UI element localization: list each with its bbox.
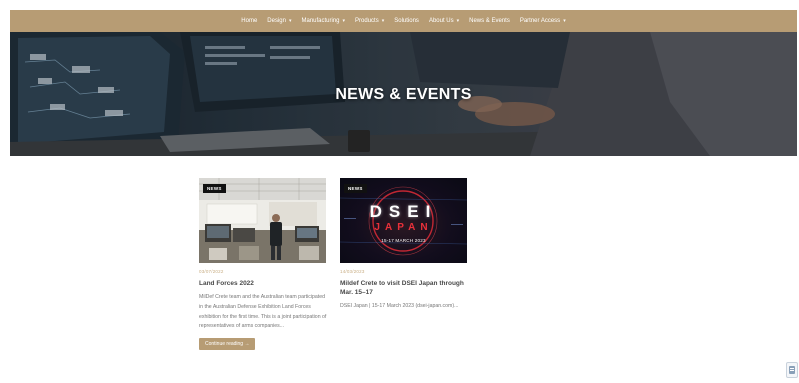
nav-item-label: Manufacturing (301, 18, 340, 24)
nav-item-label: Partner Access (519, 18, 561, 24)
chevron-down-icon: ▾ (342, 17, 346, 24)
post-thumbnail-link[interactable]: NEWS (199, 178, 326, 263)
nav-item-products[interactable]: Products ▾ (355, 18, 384, 24)
news-card: NEWS DSEI JAPAN 15-17 MARCH 2023 14/03/2… (340, 178, 468, 312)
nav-item-home[interactable]: Home (241, 18, 257, 24)
nav-list: Home Design ▾ Manufacturing ▾ Products ▾ Soluti… (241, 18, 565, 24)
widget-icon (789, 366, 795, 374)
post-excerpt: MilDef Crete team and the Australian tea… (199, 294, 327, 330)
main-nav: Home Design ▾ Manufacturing ▾ Products ▾ Soluti… (10, 10, 797, 32)
nav-item-news-events[interactable]: News & Events (469, 18, 510, 24)
hero-banner: NEWS & EVENTS (10, 32, 797, 156)
post-title-link[interactable]: Land Forces 2022 (199, 279, 327, 288)
post-thumbnail-link[interactable]: NEWS DSEI JAPAN 15-17 MARCH 2023 (340, 178, 467, 263)
post-title-link[interactable]: Mildef Crete to visit DSEI Japan through… (340, 279, 468, 297)
nav-item-label: Solutions (394, 18, 419, 24)
nav-item-label: Design (267, 18, 286, 24)
post-excerpt: DSEI Japan | 15-17 March 2023 (dsei-japa… (340, 303, 459, 309)
chevron-down-icon: ▾ (288, 17, 292, 24)
page-title: NEWS & EVENTS (335, 86, 472, 103)
nav-item-label: About Us (428, 18, 454, 24)
post-date: 03/07/2022 (199, 269, 224, 274)
news-badge: NEWS (203, 184, 226, 193)
news-badge: NEWS (344, 184, 367, 193)
top-strip (10, 0, 799, 10)
chevron-down-icon: ▾ (381, 17, 385, 24)
dsei-japan-text: JAPAN (374, 222, 433, 233)
nav-item-label: Products (355, 18, 379, 24)
nav-item-label: News & Events (469, 18, 510, 24)
news-card: NEWS 03/07/2022 Land Forces 2022 MilDef … (199, 178, 327, 351)
nav-item-about-us[interactable]: About Us ▾ (429, 18, 459, 24)
nav-item-design[interactable]: Design ▾ (267, 18, 291, 24)
dsei-logo-text: DSEI (369, 202, 438, 221)
nav-item-label: Home (241, 18, 258, 24)
dsei-dates-text: 15-17 MARCH 2023 (381, 238, 426, 243)
nav-item-solutions[interactable]: Solutions (394, 18, 419, 24)
chevron-down-icon: ▾ (563, 17, 566, 24)
floating-widget-icon[interactable] (786, 362, 798, 378)
nav-item-manufacturing[interactable]: Manufacturing ▾ (302, 18, 346, 24)
chevron-down-icon: ▾ (456, 17, 460, 24)
post-date: 14/03/2023 (340, 269, 365, 274)
continue-reading-button[interactable]: Continue reading → (199, 338, 256, 351)
nav-item-partner-access[interactable]: Partner Access ▾ (520, 18, 566, 24)
